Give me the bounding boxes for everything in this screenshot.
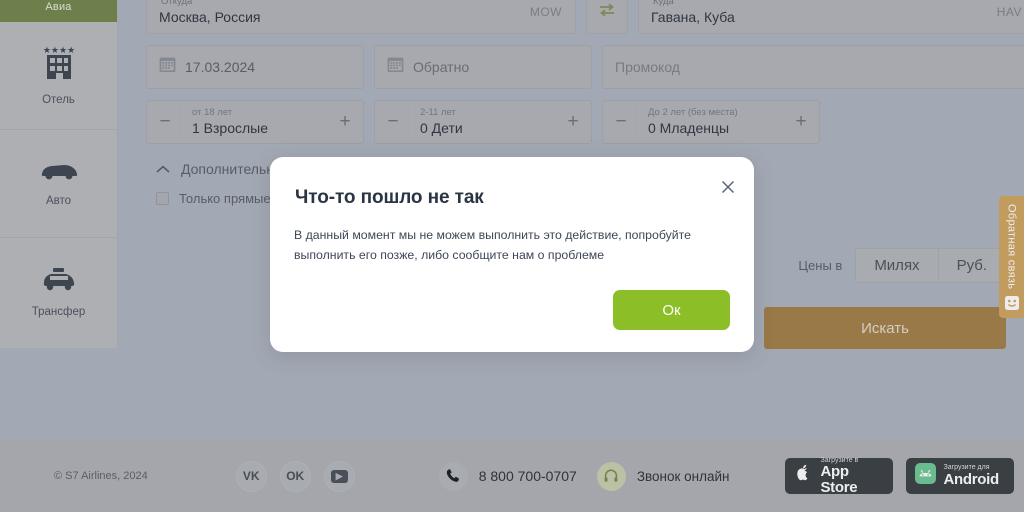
svg-text:★★★★: ★★★★ [42, 45, 74, 55]
direct-flights-checkbox[interactable] [156, 192, 169, 205]
sidebar-item-transfer-label: Трансфер [31, 305, 86, 318]
sidebar-item-auto[interactable]: Авто [0, 130, 117, 238]
infants-minus-button[interactable]: − [603, 101, 640, 143]
error-modal-ok-button[interactable]: Ок [613, 290, 730, 330]
feedback-tab[interactable]: Обратная связь [999, 196, 1024, 318]
taxi-icon [39, 267, 79, 293]
android-badge[interactable]: Загрузите для Android [906, 458, 1015, 494]
form-row-dates: 17.03.2024 Обратно Промокод [146, 45, 1024, 89]
app-badges: Загрузите в App Store Загрузите для Andr… [785, 457, 1015, 496]
promo-code-field[interactable]: Промокод [602, 45, 1024, 89]
android-icon [915, 463, 937, 489]
adults-value-group: от 18 лет 1 Взрослые [184, 101, 326, 143]
sidebar-item-auto-label: Авто [45, 195, 72, 207]
promo-code-placeholder: Промокод [615, 59, 680, 75]
children-caption: 2-11 лет [420, 107, 456, 119]
to-field-caption: Куда [653, 0, 674, 7]
sidebar-tab-avia-label: Авиа [45, 1, 72, 13]
currency-label: Цены в [798, 258, 843, 273]
infants-value: 0 Младенцы [648, 119, 730, 136]
adults-value: 1 Взрослые [192, 119, 269, 136]
error-modal-ok-label: Ок [662, 301, 681, 319]
infants-caption: До 2 лет (без места) [648, 107, 738, 119]
vk-icon[interactable]: VK [235, 460, 267, 492]
sidebar-item-transfer[interactable]: Трансфер [0, 238, 117, 346]
currency-selector: Цены в Милях Руб. [798, 248, 1006, 283]
to-field[interactable]: Куда Гавана, Куба HAV [638, 0, 1024, 34]
adults-caption: от 18 лет [192, 107, 233, 119]
infants-stepper[interactable]: − До 2 лет (без места) 0 Младенцы + [602, 100, 820, 144]
android-badge-text: Загрузите для Android [943, 464, 999, 488]
adults-plus-button[interactable]: + [326, 101, 363, 143]
from-airport-code: MOW [529, 5, 562, 19]
ok-icon[interactable]: OK [279, 460, 311, 492]
children-plus-button[interactable]: + [554, 101, 591, 143]
departure-date-value: 17.03.2024 [185, 59, 256, 75]
infants-plus-button[interactable]: + [782, 101, 819, 143]
to-field-value: Гавана, Куба [651, 8, 735, 25]
error-modal: Что-то пошло не так В данный момент мы н… [270, 157, 754, 352]
app-store-badge[interactable]: Загрузите в App Store [785, 457, 894, 496]
android-badge-bottom: Android [943, 470, 999, 488]
app-store-badge-text: Загрузите в App Store [820, 457, 884, 496]
sidebar-item-hotel[interactable]: ★★★★ Отель [0, 22, 117, 130]
calendar-icon [387, 56, 404, 78]
footer: © S7 Airlines, 2024 VK OK ▶ 8 800 700-07… [0, 440, 1024, 512]
currency-option-miles[interactable]: Милях [856, 249, 939, 282]
copyright-text: © S7 Airlines, 2024 [54, 470, 148, 482]
children-stepper[interactable]: − 2-11 лет 0 Дети + [374, 100, 592, 144]
adults-minus-button[interactable]: − [147, 101, 184, 143]
youtube-icon[interactable]: ▶ [323, 460, 355, 492]
error-modal-title: Что-то пошло не так [295, 187, 484, 208]
error-modal-body: В данный момент мы не можем выполнить эт… [294, 228, 691, 262]
online-call-group[interactable]: Звонок онлайн [596, 461, 730, 491]
chevron-up-icon [156, 161, 170, 177]
youtube-icon-label: ▶ [330, 469, 348, 483]
vk-icon-label: VK [242, 469, 260, 483]
from-field[interactable]: Откуда Москва, Россия MOW [146, 0, 576, 34]
apple-icon [794, 463, 813, 490]
car-icon [38, 160, 80, 182]
infants-value-group: До 2 лет (без места) 0 Младенцы [640, 101, 782, 143]
close-icon[interactable] [719, 178, 737, 196]
hotel-icon: ★★★★ [42, 45, 76, 81]
social-links: VK OK ▶ [235, 460, 355, 492]
currency-segmented-control: Милях Руб. [855, 248, 1006, 283]
form-row-route: Откуда Москва, Россия MOW Куда Гавана, К… [146, 0, 1024, 34]
adults-stepper[interactable]: − от 18 лет 1 Взрослые + [146, 100, 364, 144]
phone-number: 8 800 700-0707 [478, 468, 577, 484]
ok-icon-label: OK [286, 469, 305, 483]
smiley-face-icon [1004, 295, 1020, 316]
form-row-passengers: − от 18 лет 1 Взрослые + − 2-11 лет 0 Де… [146, 100, 1024, 144]
feedback-tab-label: Обратная связь [1005, 204, 1018, 290]
children-value-group: 2-11 лет 0 Дети [412, 101, 554, 143]
swap-directions-button[interactable] [586, 0, 628, 34]
to-airport-code: HAV [996, 5, 1022, 19]
children-value: 0 Дети [420, 119, 463, 136]
sidebar: Авиа ★★★★ Отель Авто Трансфер [0, 0, 118, 348]
from-field-value: Москва, Россия [159, 8, 261, 25]
online-call-label: Звонок онлайн [636, 468, 730, 484]
sidebar-tab-avia[interactable]: Авиа [0, 0, 117, 22]
phone-group[interactable]: 8 800 700-0707 [438, 461, 577, 491]
sidebar-item-hotel-label: Отель [42, 94, 75, 106]
headset-icon [596, 461, 626, 491]
app-store-badge-bottom: App Store [820, 462, 858, 496]
from-field-caption: Откуда [161, 0, 193, 7]
search-button[interactable]: Искать [764, 307, 1006, 349]
currency-option-rub[interactable]: Руб. [938, 249, 1005, 282]
return-date-field[interactable]: Обратно [374, 45, 592, 89]
search-button-label: Искать [861, 319, 909, 337]
departure-date-field[interactable]: 17.03.2024 [146, 45, 364, 89]
phone-icon [438, 461, 468, 491]
children-minus-button[interactable]: − [375, 101, 412, 143]
calendar-icon [159, 56, 176, 78]
return-date-placeholder: Обратно [413, 59, 470, 75]
swap-arrows-icon [598, 2, 616, 23]
